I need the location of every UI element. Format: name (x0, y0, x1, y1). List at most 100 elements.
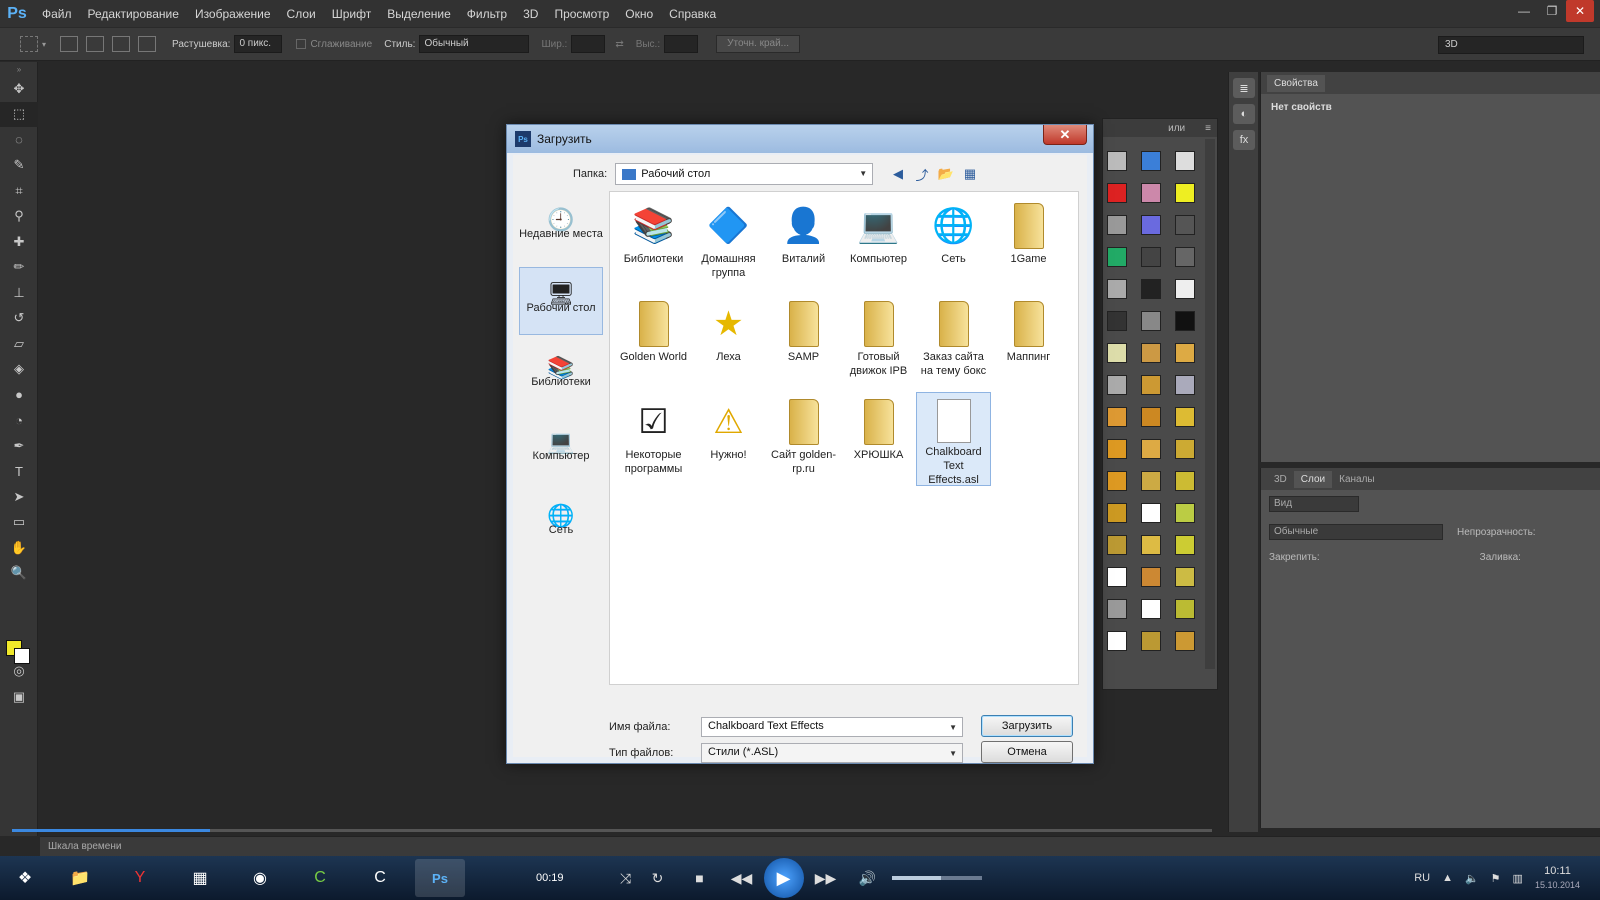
adjustments-icon[interactable]: ◐ (1233, 104, 1255, 124)
collapse-icon[interactable]: » (0, 62, 38, 76)
file-item[interactable]: Chalkboard Text Effects.asl (916, 392, 991, 486)
style-swatch-cell[interactable] (1141, 375, 1173, 407)
filename-input[interactable]: Chalkboard Text Effects ▼ (701, 717, 963, 737)
style-swatch-cell[interactable] (1175, 311, 1207, 343)
flag-icon[interactable]: ⚑ (1491, 872, 1501, 885)
shuffle-icon[interactable]: ⤨ (610, 870, 642, 887)
style-swatch-cell[interactable] (1141, 151, 1173, 183)
menu-item[interactable]: Фильтр (459, 7, 515, 21)
style-swatch-cell[interactable] (1175, 599, 1207, 631)
style-swatch-cell[interactable] (1141, 343, 1173, 375)
chevron-down-icon[interactable]: ▼ (949, 723, 957, 732)
healing-tool-icon[interactable]: ✚ (0, 229, 38, 255)
media-app-icon[interactable]: ▦ (175, 859, 225, 897)
play-button[interactable]: ▶ (763, 858, 804, 898)
place-item[interactable]: 💻 Компьютер (519, 415, 603, 483)
style-swatch-cell[interactable] (1175, 247, 1207, 279)
style-swatch-cell[interactable] (1175, 567, 1207, 599)
chevron-down-icon[interactable]: ▼ (949, 749, 957, 758)
chrome-icon[interactable]: ◉ (235, 859, 285, 897)
crop-tool-icon[interactable]: ⌗ (0, 178, 38, 204)
place-item[interactable]: 📚 Библиотеки (519, 341, 603, 409)
style-select[interactable]: Обычный (419, 35, 530, 53)
menu-item[interactable]: Шрифт (324, 7, 379, 21)
pen-tool-icon[interactable]: ✒ (0, 433, 38, 459)
view-menu-icon[interactable]: ▦ (961, 165, 979, 183)
style-swatch-cell[interactable] (1141, 247, 1173, 279)
brush-tool-icon[interactable]: ✏ (0, 255, 38, 281)
history-brush-icon[interactable]: ↺ (0, 306, 38, 332)
styles-tab[interactable]: или (1168, 123, 1185, 134)
timeline-label[interactable]: Шкала времени (48, 841, 121, 852)
new-selection-icon[interactable] (60, 36, 79, 52)
volume-slider[interactable] (891, 876, 982, 880)
file-item[interactable]: Golden World (616, 294, 691, 392)
style-swatch-cell[interactable] (1141, 215, 1173, 247)
file-item[interactable]: SAMP (766, 294, 841, 392)
intersect-selection-icon[interactable] (138, 36, 157, 52)
style-swatch-cell[interactable] (1107, 631, 1139, 663)
file-item[interactable]: 🔷 Домашняя группа (691, 196, 766, 294)
cancel-button[interactable]: Отмена (981, 741, 1073, 763)
tab-layers[interactable]: Слои (1293, 470, 1333, 488)
style-swatch-cell[interactable] (1141, 471, 1173, 503)
menu-item[interactable]: 3D (515, 7, 546, 21)
paint-bucket-icon[interactable]: ◈ (0, 357, 38, 383)
back-icon[interactable]: ◀ (889, 165, 907, 183)
workspace-select[interactable]: 3D (1438, 36, 1584, 54)
file-item[interactable]: Заказ сайта на тему бокс (916, 294, 991, 392)
start-button-icon[interactable]: ❖ (5, 859, 45, 897)
file-item[interactable]: 📚 Библиотеки (616, 196, 691, 294)
style-swatch-cell[interactable] (1175, 279, 1207, 311)
file-item[interactable]: ХРЮШКА (841, 392, 916, 490)
style-swatch-cell[interactable] (1141, 631, 1173, 663)
file-item[interactable]: 🌐 Сеть (916, 196, 991, 294)
close-icon[interactable]: ✕ (1566, 0, 1594, 22)
style-swatch-cell[interactable] (1141, 279, 1173, 311)
file-item[interactable]: ⚠ Нужно! (691, 392, 766, 490)
menu-item[interactable]: Файл (34, 7, 80, 21)
style-swatch-cell[interactable] (1141, 567, 1173, 599)
fast-forward-icon[interactable]: ▶▶ (810, 870, 842, 887)
blur-tool-icon[interactable]: ● (0, 382, 38, 408)
style-swatch-cell[interactable] (1107, 183, 1139, 215)
marquee-tool-icon[interactable] (20, 36, 38, 52)
stamp-tool-icon[interactable]: ⊥ (0, 280, 38, 306)
file-item[interactable]: 1Game (991, 196, 1066, 294)
width-input[interactable] (571, 35, 606, 53)
file-item[interactable]: ★ Леха (691, 294, 766, 392)
style-swatch-cell[interactable] (1107, 311, 1139, 343)
height-input[interactable] (664, 35, 699, 53)
minimize-icon[interactable]: — (1510, 0, 1538, 22)
menu-item[interactable]: Справка (661, 7, 724, 21)
style-swatch-cell[interactable] (1107, 439, 1139, 471)
quick-mask-icon[interactable]: ◎ (0, 658, 38, 684)
volume-icon[interactable]: 🔊 (852, 870, 884, 887)
style-swatch-cell[interactable] (1175, 151, 1207, 183)
file-item[interactable]: 💻 Компьютер (841, 196, 916, 294)
style-swatch-cell[interactable] (1175, 631, 1207, 663)
style-swatch-cell[interactable] (1141, 599, 1173, 631)
style-swatch-cell[interactable] (1141, 407, 1173, 439)
style-swatch-cell[interactable] (1107, 471, 1139, 503)
style-swatch-cell[interactable] (1141, 503, 1173, 535)
file-item[interactable]: Маппинг (991, 294, 1066, 392)
restore-icon[interactable]: ❐ (1538, 0, 1566, 22)
type-tool-icon[interactable]: T (0, 459, 38, 485)
refine-edge-button[interactable]: Уточн. край... (716, 35, 800, 53)
history-icon[interactable]: ≣ (1233, 78, 1255, 98)
style-swatch-cell[interactable] (1175, 439, 1207, 471)
clock[interactable]: 10:11 15.10.2014 (1535, 864, 1580, 892)
zoom-tool-icon[interactable]: 🔍 (0, 561, 38, 587)
style-swatch-cell[interactable] (1175, 407, 1207, 439)
style-swatch-cell[interactable] (1175, 183, 1207, 215)
style-swatch-cell[interactable] (1107, 151, 1139, 183)
swap-icon[interactable]: ⇄ (615, 39, 623, 50)
eraser-tool-icon[interactable]: ▱ (0, 331, 38, 357)
style-swatch-cell[interactable] (1107, 535, 1139, 567)
style-swatch-cell[interactable] (1175, 375, 1207, 407)
dialog-titlebar[interactable]: Ps Загрузить ✕ (507, 125, 1093, 153)
style-swatch-cell[interactable] (1141, 311, 1173, 343)
up-folder-icon[interactable]: ⤴ (913, 165, 931, 183)
style-swatch-cell[interactable] (1141, 535, 1173, 567)
